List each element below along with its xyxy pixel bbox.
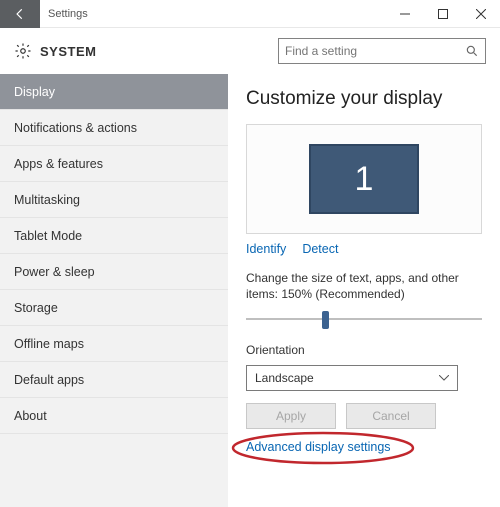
sidebar-item-default-apps[interactable]: Default apps <box>0 362 228 398</box>
scale-slider[interactable] <box>246 308 482 332</box>
detect-link[interactable]: Detect <box>302 242 338 256</box>
sidebar-item-tablet-mode[interactable]: Tablet Mode <box>0 218 228 254</box>
apply-button[interactable]: Apply <box>246 403 336 429</box>
page-title: SYSTEM <box>40 44 96 59</box>
gear-icon <box>14 42 32 60</box>
slider-track <box>246 318 482 320</box>
arrow-left-icon <box>13 7 27 21</box>
orientation-label: Orientation <box>246 342 482 358</box>
close-icon <box>476 9 486 19</box>
sidebar-item-power-sleep[interactable]: Power & sleep <box>0 254 228 290</box>
maximize-icon <box>438 9 448 19</box>
sidebar-item-about[interactable]: About <box>0 398 228 434</box>
identify-link[interactable]: Identify <box>246 242 286 256</box>
sidebar-item-offline-maps[interactable]: Offline maps <box>0 326 228 362</box>
sidebar-item-notifications-actions[interactable]: Notifications & actions <box>0 110 228 146</box>
sidebar-item-display[interactable]: Display <box>0 74 228 110</box>
slider-thumb[interactable] <box>322 311 329 329</box>
close-button[interactable] <box>462 0 500 28</box>
back-button[interactable] <box>0 0 40 28</box>
maximize-button[interactable] <box>424 0 462 28</box>
search-box[interactable] <box>278 38 486 64</box>
minimize-button[interactable] <box>386 0 424 28</box>
cancel-button[interactable]: Cancel <box>346 403 436 429</box>
monitor-number: 1 <box>355 160 374 199</box>
window-titlebar: Settings <box>0 0 500 28</box>
monitor-arrangement[interactable]: 1 <box>246 124 482 234</box>
sidebar-item-multitasking[interactable]: Multitasking <box>0 182 228 218</box>
monitor-tile-1[interactable]: 1 <box>309 144 419 214</box>
search-icon <box>465 44 479 58</box>
content-heading: Customize your display <box>246 88 482 110</box>
chevron-down-icon <box>439 375 449 381</box>
sidebar-item-apps-features[interactable]: Apps & features <box>0 146 228 182</box>
page-header: SYSTEM <box>0 28 500 74</box>
sidebar: DisplayNotifications & actionsApps & fea… <box>0 74 228 507</box>
minimize-icon <box>400 9 410 19</box>
orientation-value: Landscape <box>255 371 314 385</box>
search-input[interactable] <box>285 44 465 58</box>
scale-label: Change the size of text, apps, and other… <box>246 270 482 302</box>
sidebar-item-storage[interactable]: Storage <box>0 290 228 326</box>
orientation-select[interactable]: Landscape <box>246 365 458 391</box>
content-pane: Customize your display 1 Identify Detect… <box>228 74 500 507</box>
window-title: Settings <box>48 8 386 20</box>
advanced-display-settings-link[interactable]: Advanced display settings <box>246 440 391 454</box>
